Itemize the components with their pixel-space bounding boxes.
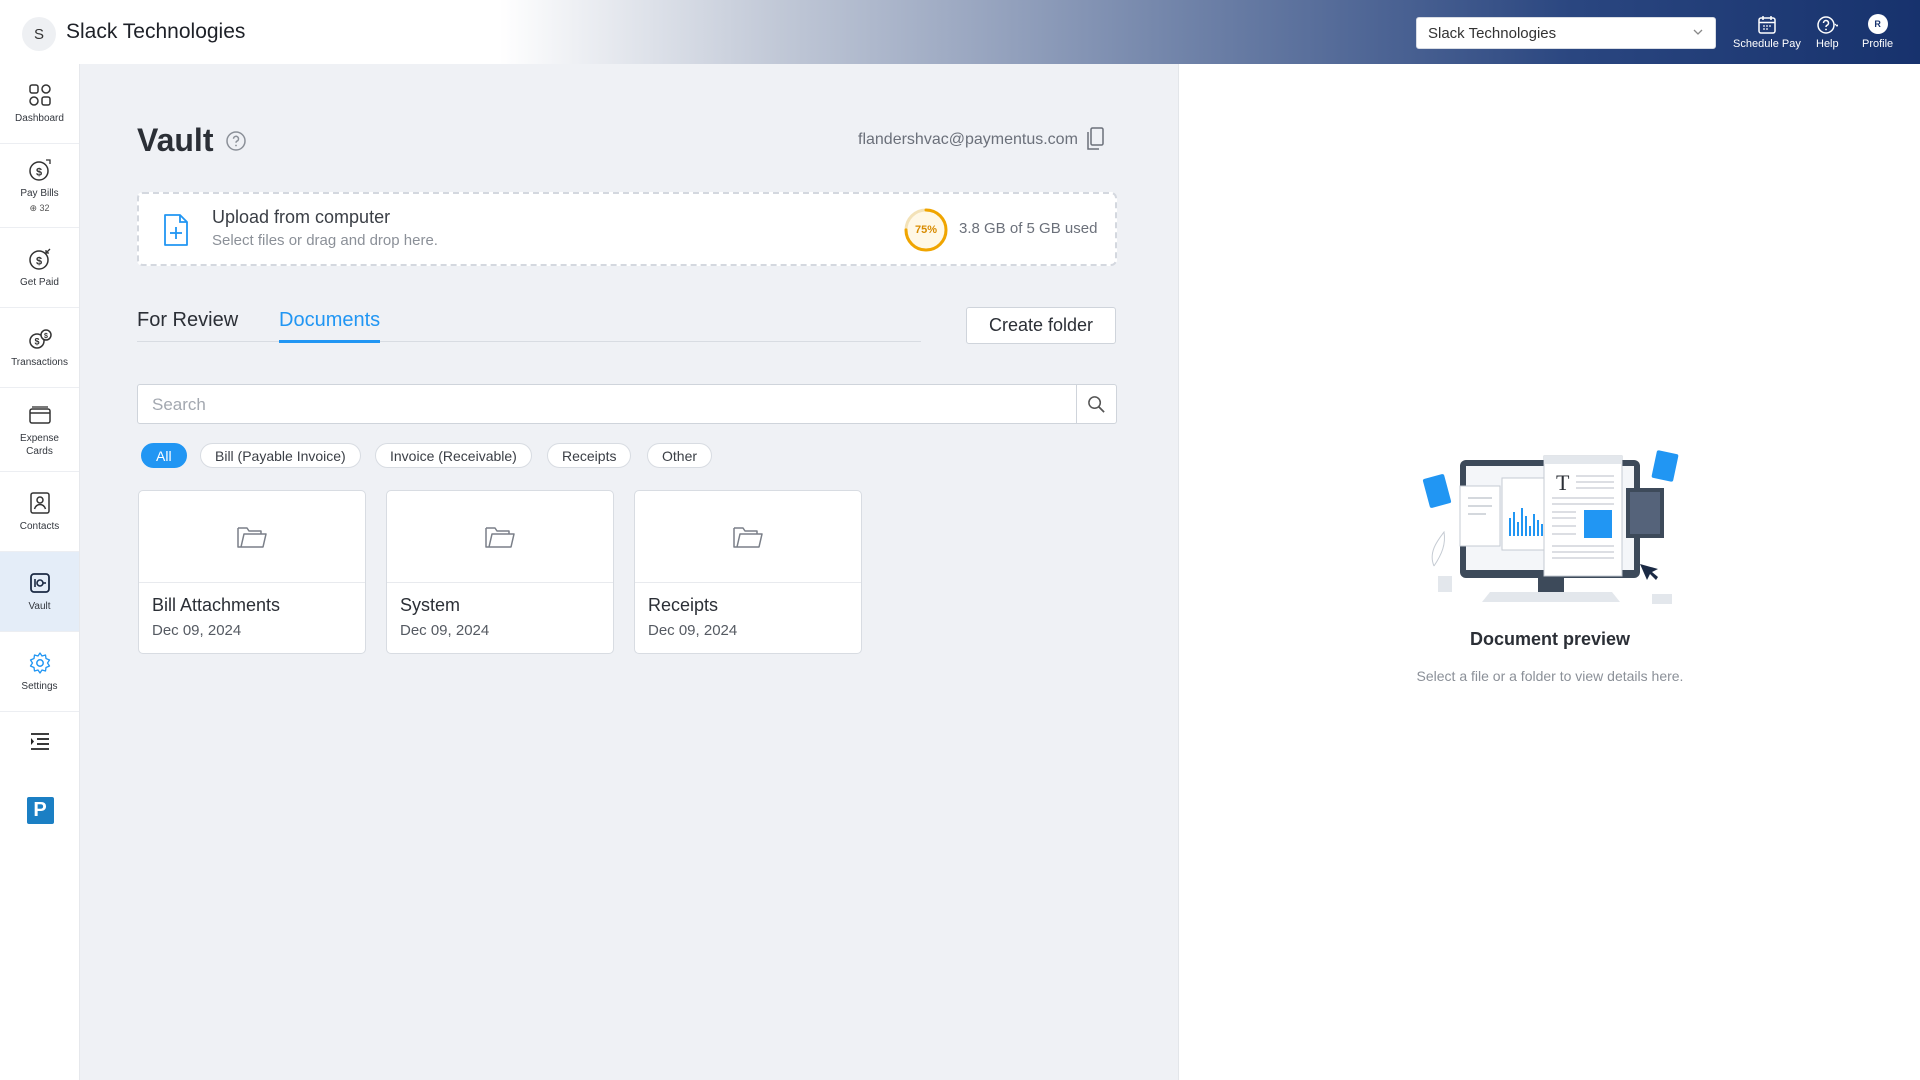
file-upload-icon xyxy=(164,214,188,246)
transactions-icon: $ $ xyxy=(28,329,52,349)
folder-card[interactable]: System Dec 09, 2024 xyxy=(386,490,614,654)
preview-title: Document preview xyxy=(1469,629,1631,649)
brand-logo: P xyxy=(0,797,80,824)
sidebar-item-expense-cards[interactable]: Expense Cards xyxy=(0,388,79,472)
folder-card[interactable]: Receipts Dec 09, 2024 xyxy=(634,490,862,654)
menu-indent-icon xyxy=(31,733,49,750)
svg-text:$: $ xyxy=(44,333,48,340)
filter-chip-all[interactable]: All xyxy=(141,443,187,468)
help-icon[interactable] xyxy=(225,130,247,152)
dashboard-icon xyxy=(28,84,51,106)
folder-date: Dec 09, 2024 xyxy=(648,622,738,639)
svg-text:$: $ xyxy=(34,337,39,347)
search-icon xyxy=(1088,395,1105,413)
svg-text:$: $ xyxy=(35,166,41,178)
main-content: Vault flandershvac@paymentus.com Upload … xyxy=(80,64,1178,1080)
expense-cards-icon xyxy=(28,405,51,424)
vault-icon xyxy=(29,573,50,593)
folder-open-icon xyxy=(733,526,763,548)
sidebar-item-pay-bills[interactable]: $ Pay Bills ⊕ 32 xyxy=(0,144,79,228)
company-select[interactable]: Slack Technologies xyxy=(1416,17,1716,49)
preview-subtitle: Select a file or a folder to view detail… xyxy=(1416,668,1684,684)
sidebar-item-vault[interactable]: Vault xyxy=(0,552,79,632)
search-bar: Search xyxy=(137,384,1117,424)
sidebar-item-dashboard[interactable]: Dashboard xyxy=(0,64,79,144)
svg-text:T: T xyxy=(1556,470,1570,495)
storage-usage-percent: 75% xyxy=(914,224,938,236)
gear-icon xyxy=(29,652,50,674)
filter-chip-other[interactable]: Other xyxy=(647,443,713,468)
storage-usage-text: 3.8 GB of 5 GB used xyxy=(959,220,1098,237)
folder-thumbnail xyxy=(635,491,861,583)
search-input[interactable]: Search xyxy=(152,395,206,415)
vault-email-address: flandershvac@paymentus.com xyxy=(858,131,1078,148)
folder-card[interactable]: Bill Attachments Dec 09, 2024 xyxy=(138,490,366,654)
sidebar-item-label: Dashboard xyxy=(15,113,64,124)
profile-button[interactable]: R Profile xyxy=(1862,14,1893,50)
page-title: Vault xyxy=(137,122,214,158)
company-select-value: Slack Technologies xyxy=(1428,25,1557,42)
help-label: Help xyxy=(1816,38,1839,50)
folder-date: Dec 09, 2024 xyxy=(400,622,490,639)
schedule-pay-label: Schedule Pay xyxy=(1733,38,1801,50)
sidebar: Dashboard $ Pay Bills ⊕ 32 $ Get Paid $ $… xyxy=(0,64,80,1080)
top-bar: S Slack Technologies Slack Technologies … xyxy=(0,0,1920,64)
document-preview-illustration: T xyxy=(1422,450,1679,604)
sidebar-item-settings[interactable]: Settings xyxy=(0,632,79,712)
pay-bills-icon: $ xyxy=(28,158,51,181)
company-name: Slack Technologies xyxy=(66,20,246,43)
sidebar-item-get-paid[interactable]: $ Get Paid xyxy=(0,228,79,308)
sidebar-item-contacts[interactable]: Contacts xyxy=(0,472,79,552)
folder-open-icon xyxy=(237,526,267,548)
upload-dropzone[interactable]: Upload from computer Select files or dra… xyxy=(137,192,1117,266)
sidebar-item-transactions[interactable]: $ $ Transactions xyxy=(0,308,79,388)
sidebar-item-label: Get Paid xyxy=(20,277,59,288)
help-button[interactable]: Help xyxy=(1816,14,1839,50)
profile-label: Profile xyxy=(1862,38,1894,50)
sidebar-item-label: Expense Cards xyxy=(20,432,59,457)
tab-documents[interactable]: Documents xyxy=(279,309,381,343)
svg-text:$: $ xyxy=(35,256,41,268)
company-avatar[interactable]: S xyxy=(22,17,56,51)
tab-for-review[interactable]: For Review xyxy=(137,309,238,332)
chevron-down-icon xyxy=(1693,29,1703,35)
paymentus-logo: P xyxy=(26,797,54,824)
folder-open-icon xyxy=(485,526,515,548)
contacts-icon xyxy=(29,492,50,514)
copy-icon[interactable] xyxy=(1084,126,1106,152)
help-icon xyxy=(1817,16,1839,34)
create-folder-button[interactable]: Create folder xyxy=(966,307,1116,344)
search-button[interactable] xyxy=(1076,385,1116,423)
folder-date: Dec 09, 2024 xyxy=(152,622,242,639)
sidebar-collapse-button[interactable] xyxy=(0,729,80,755)
pay-bills-count-badge: ⊕ 32 xyxy=(29,202,50,213)
document-preview-panel: T Document preview Select a file or a fo… xyxy=(1178,64,1920,1080)
profile-avatar: R xyxy=(1867,14,1888,34)
upload-subtitle: Select files or drag and drop here. xyxy=(212,232,438,249)
upload-title: Upload from computer xyxy=(212,207,391,227)
folder-name: Bill Attachments xyxy=(152,595,281,615)
folder-thumbnail xyxy=(387,491,613,583)
tabs-divider xyxy=(137,341,921,342)
sidebar-item-label: Transactions xyxy=(11,357,68,368)
sidebar-item-label: Settings xyxy=(21,681,58,692)
folder-thumbnail xyxy=(139,491,365,583)
get-paid-icon: $ xyxy=(28,248,50,270)
filter-chip-receipts[interactable]: Receipts xyxy=(547,443,632,468)
sidebar-item-label: Contacts xyxy=(19,521,60,532)
calendar-icon xyxy=(1758,16,1776,34)
schedule-pay-button[interactable]: Schedule Pay xyxy=(1733,14,1801,50)
filter-chip-invoice[interactable]: Invoice (Receivable) xyxy=(375,443,532,468)
folder-name: System xyxy=(400,595,461,615)
filter-chip-bill[interactable]: Bill (Payable Invoice) xyxy=(200,443,361,468)
folder-name: Receipts xyxy=(648,595,719,615)
sidebar-item-label: Vault xyxy=(28,601,51,612)
sidebar-item-label: Pay Bills xyxy=(20,187,59,199)
